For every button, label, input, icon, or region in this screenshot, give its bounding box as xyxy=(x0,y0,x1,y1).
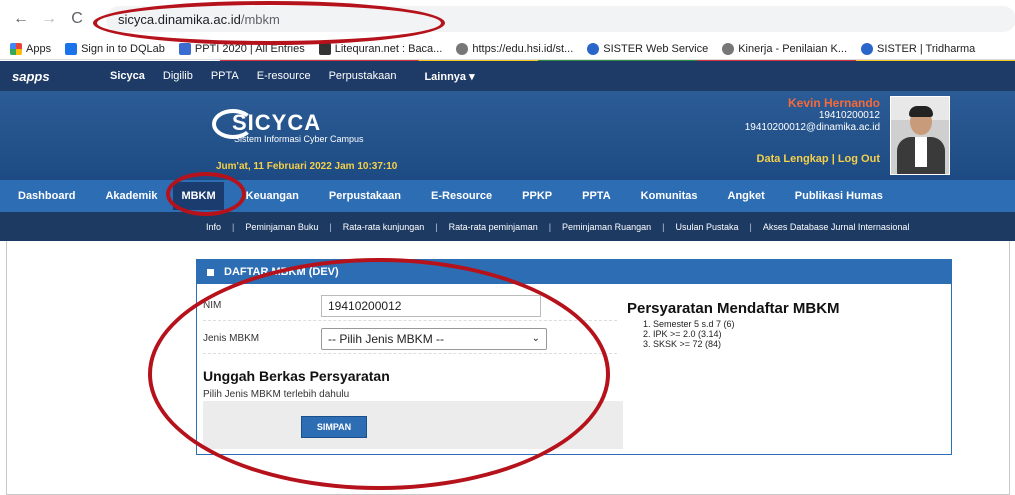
menu-angket[interactable]: Angket xyxy=(728,190,765,202)
menu-eresource[interactable]: E-Resource xyxy=(431,190,492,202)
topnav-ppta[interactable]: PPTA xyxy=(211,70,239,82)
submenu-info[interactable]: Info xyxy=(206,222,221,232)
avatar-hair xyxy=(909,106,933,117)
jenis-mbkm-row: Jenis MBKM -- Pilih Jenis MBKM -- ⌄ xyxy=(203,324,617,354)
litequran-icon xyxy=(318,42,331,55)
sapps-logo[interactable]: sapps xyxy=(0,69,110,84)
menu-publikasi-humas[interactable]: Publikasi Humas xyxy=(795,190,883,202)
menu-komunitas[interactable]: Komunitas xyxy=(641,190,698,202)
panel-header: DAFTAR MBKM (DEV) xyxy=(197,260,951,284)
bookmark-dqlab[interactable]: Sign in to DQLab xyxy=(65,42,165,55)
forward-icon[interactable]: → xyxy=(38,10,60,28)
site-title: SICYCA xyxy=(232,110,322,135)
menu-ppta[interactable]: PPTA xyxy=(582,190,611,202)
url-host: sicyca.dinamika.ac.id xyxy=(118,11,241,27)
user-links[interactable]: Data Lengkap | Log Out xyxy=(757,153,880,165)
requirement-item: 3. SKSK >= 72 (84) xyxy=(643,339,722,349)
menu-keuangan[interactable]: Keuangan xyxy=(246,190,299,202)
bookmark-ppti[interactable]: PPTI 2020 | All Entries xyxy=(178,42,305,55)
menu-ppkp[interactable]: PPKP xyxy=(522,190,552,202)
submenu-separator: | xyxy=(232,221,235,232)
globe-icon xyxy=(722,42,735,55)
panel-title: DAFTAR MBKM (DEV) xyxy=(224,266,339,278)
requirements-list: 1. Semester 5 s.d 7 (6) 2. IPK >= 2.0 (3… xyxy=(643,319,735,349)
submenu-usulan-pustaka[interactable]: Usulan Pustaka xyxy=(675,222,738,232)
topnav-sicyca[interactable]: Sicyca xyxy=(110,70,145,82)
bookmark-litequran[interactable]: Litequran.net : Baca... xyxy=(318,42,442,55)
back-icon[interactable]: ← xyxy=(10,10,32,28)
site-header: SICYCA Sistem Informasi Cyber Campus Jum… xyxy=(0,91,1015,180)
submenu-peminjaman-ruangan[interactable]: Peminjaman Ruangan xyxy=(562,222,651,232)
topnav-perpustakaan[interactable]: Perpustakaan xyxy=(329,70,397,82)
requirements-title: Persyaratan Mendaftar MBKM xyxy=(627,300,840,317)
menu-akademik[interactable]: Akademik xyxy=(105,190,157,202)
form-footer: SIMPAN xyxy=(203,401,623,449)
sister-icon xyxy=(587,42,600,55)
submenu-rata-kunjungan[interactable]: Rata-rata kunjungan xyxy=(343,222,425,232)
avatar xyxy=(890,96,950,175)
globe-icon xyxy=(456,42,469,55)
jenis-mbkm-select[interactable]: -- Pilih Jenis MBKM -- ⌄ xyxy=(321,327,547,350)
menu-perpustakaan[interactable]: Perpustakaan xyxy=(329,190,401,202)
requirement-item: 1. Semester 5 s.d 7 (6) xyxy=(643,319,735,329)
jenis-mbkm-label: Jenis MBKM xyxy=(203,333,260,344)
submenu-separator: | xyxy=(662,221,665,232)
submenu-separator: | xyxy=(548,221,552,232)
nim-row: NIM 19410200012 xyxy=(203,291,617,321)
jenis-mbkm-selected: -- Pilih Jenis MBKM -- xyxy=(328,331,445,346)
url-path: /mbkm xyxy=(240,11,280,27)
square-bullet-icon xyxy=(207,268,214,276)
topnav-eresource[interactable]: E-resource xyxy=(257,70,311,82)
save-button[interactable]: SIMPAN xyxy=(301,416,367,438)
bookmark-sister-ws[interactable]: SISTER Web Service xyxy=(587,42,708,55)
bookmark-hsi[interactable]: https://edu.hsi.id/st... xyxy=(456,42,573,55)
bookmark-apps[interactable]: Apps xyxy=(10,42,51,55)
sister-icon xyxy=(861,42,874,55)
avatar-shirt xyxy=(915,137,927,167)
nim-label: NIM xyxy=(203,300,222,311)
dqlab-icon xyxy=(65,42,78,55)
user-nim: 19410200012 xyxy=(818,110,880,121)
bookmark-kinerja[interactable]: Kinerja - Penilaian K... xyxy=(722,42,847,55)
chevron-down-icon: ⌄ xyxy=(531,333,540,344)
submenu-separator: | xyxy=(749,221,752,232)
user-email: 19410200012@dinamika.ac.id xyxy=(744,122,880,133)
nim-field[interactable]: 19410200012 xyxy=(321,294,541,317)
user-name: Kevin Hernando xyxy=(787,96,880,110)
menu-mbkm[interactable]: MBKM xyxy=(173,182,224,210)
main-menu: Dashboard Akademik MBKM Keuangan Perpust… xyxy=(0,180,1015,212)
submenu-separator: | xyxy=(329,221,332,232)
bookmarks-bar: Apps Sign in to DQLab PPTI 2020 | All En… xyxy=(0,38,1015,60)
menu-dashboard[interactable]: Dashboard xyxy=(18,190,75,202)
topnav-digilib[interactable]: Digilib xyxy=(163,70,193,82)
site-subtitle: Sistem Informasi Cyber Campus xyxy=(234,134,364,144)
sub-menu: Info | Peminjaman Buku | Rata-rata kunjung… xyxy=(0,212,1015,241)
upload-note: Pilih Jenis MBKM terlebih dahulu xyxy=(203,389,350,400)
upload-section-title: Unggah Berkas Persyaratan xyxy=(203,368,390,384)
requirement-item: 2. IPK >= 2.0 (3.14) xyxy=(643,329,722,339)
bookmark-sister-tridharma[interactable]: SISTER | Tridharma xyxy=(861,42,975,55)
mbkm-form-panel: DAFTAR MBKM (DEV) NIM 19410200012 Jenis … xyxy=(196,259,952,455)
ppti-icon xyxy=(178,42,191,55)
header-datetime: Jum'at, 11 Februari 2022 Jam 10:37:10 xyxy=(216,161,398,172)
reload-icon[interactable]: C xyxy=(66,10,88,28)
address-bar[interactable]: sicyca.dinamika.ac.id/mbkm xyxy=(106,6,1015,32)
submenu-peminjaman-buku[interactable]: Peminjaman Buku xyxy=(245,222,318,232)
topnav-lainnya[interactable]: Lainnya ▾ xyxy=(424,70,474,83)
submenu-akses-jurnal[interactable]: Akses Database Jurnal Internasional xyxy=(763,222,910,232)
submenu-separator: | xyxy=(435,221,438,232)
top-navbar: sapps Sicyca Digilib PPTA E-resource Per… xyxy=(0,61,1015,91)
submenu-rata-peminjaman[interactable]: Rata-rata peminjaman xyxy=(449,222,538,232)
apps-grid-icon xyxy=(10,42,22,55)
